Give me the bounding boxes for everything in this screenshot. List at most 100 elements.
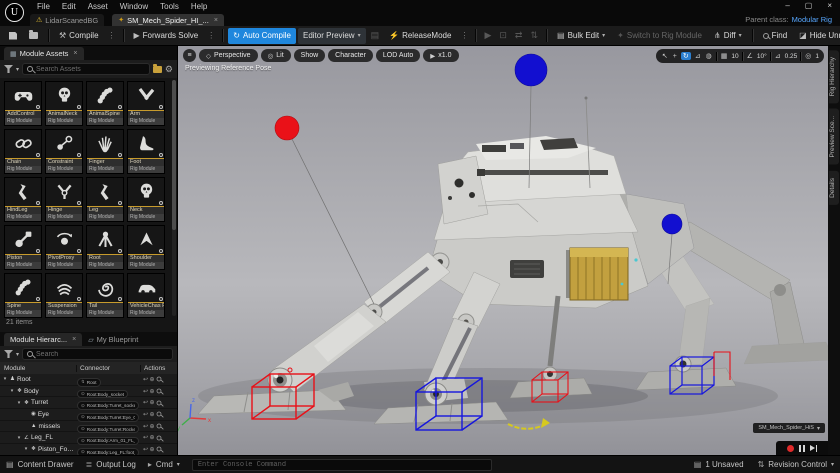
asset-tile-pivotproxy[interactable]: PivotProxy Rig Module bbox=[45, 225, 83, 270]
expander-icon[interactable]: ▾ bbox=[23, 446, 29, 452]
maximize-button[interactable]: ▢ bbox=[805, 1, 813, 10]
tab-my-blueprint[interactable]: ▱ My Blueprint bbox=[82, 333, 144, 346]
asset-search-box[interactable] bbox=[22, 63, 150, 75]
content-drawer-button[interactable]: ▤ Content Drawer bbox=[6, 460, 74, 469]
table-row-piston-footout[interactable]: ▾❖Piston_FootOut... ⊙Root:Body:Leg_FL:fo… bbox=[0, 444, 177, 455]
folder-icon[interactable] bbox=[152, 63, 162, 73]
asset-tile-addcontrol[interactable]: AddControl Rig Module bbox=[4, 81, 42, 126]
close-icon[interactable]: × bbox=[214, 17, 218, 24]
asset-tile-shoulder[interactable]: Shoulder Rig Module bbox=[127, 225, 165, 270]
add-icon[interactable]: ⊕ bbox=[150, 388, 155, 395]
lit-dropdown[interactable]: ◎ Lit bbox=[260, 49, 291, 62]
filter-icon[interactable] bbox=[4, 350, 13, 358]
column-connector[interactable]: Connector bbox=[77, 364, 141, 372]
asset-tile-animalneck[interactable]: AnimalNeck Rig Module bbox=[45, 81, 83, 126]
tab-rig-hierarchy[interactable]: Rig Hierarchy bbox=[829, 50, 839, 104]
asset-tile-animalspine[interactable]: AnimalSpine Rig Module bbox=[86, 81, 124, 126]
tab-details[interactable]: Details bbox=[829, 170, 839, 205]
parent-class-link[interactable]: Modular Rig bbox=[792, 15, 832, 24]
menu-tools[interactable]: Tools bbox=[155, 2, 184, 11]
find-icon[interactable] bbox=[156, 412, 162, 417]
menu-file[interactable]: File bbox=[32, 2, 55, 11]
move-tool-icon[interactable]: + bbox=[672, 53, 678, 60]
scale-snap-icon[interactable]: ⊿ bbox=[774, 52, 782, 60]
viewport-menu-button[interactable]: ≡ bbox=[183, 49, 196, 62]
chevron-down-icon[interactable]: ▾ bbox=[16, 351, 19, 358]
scrollbar[interactable] bbox=[172, 80, 176, 316]
asset-tile-hindleg[interactable]: HindLeg Rig Module bbox=[4, 177, 42, 222]
rotate-tool-icon[interactable]: ↻ bbox=[680, 52, 691, 60]
close-icon[interactable]: × bbox=[73, 50, 77, 57]
find-icon[interactable] bbox=[156, 400, 162, 406]
reset-icon[interactable]: ↩ bbox=[143, 434, 148, 441]
expander-icon[interactable]: ▾ bbox=[2, 376, 8, 382]
solve-options-kebab[interactable]: ⋮ bbox=[205, 31, 217, 40]
asset-tile-constraint[interactable]: Constraint Rig Module bbox=[45, 129, 83, 174]
unsaved-button[interactable]: ▤ 1 Unsaved bbox=[694, 460, 744, 469]
preview-mesh-badge[interactable]: SM_Mech_Spider_HiS ▾ bbox=[753, 423, 825, 433]
console-command-box[interactable] bbox=[191, 458, 492, 471]
diff-dropdown[interactable]: ⋔ Diff ▾ bbox=[709, 28, 747, 44]
compile-button[interactable]: ⚒ Compile bbox=[54, 28, 104, 44]
find-icon[interactable] bbox=[156, 388, 162, 394]
pause-button[interactable] bbox=[799, 444, 805, 452]
expander-icon[interactable]: ▾ bbox=[16, 435, 22, 441]
expander-icon[interactable]: ▾ bbox=[9, 388, 15, 394]
console-input[interactable] bbox=[197, 460, 486, 469]
asset-tile-arm[interactable]: Arm Rig Module bbox=[127, 81, 165, 126]
reset-icon[interactable]: ↩ bbox=[143, 423, 148, 430]
filter-icon[interactable] bbox=[4, 65, 13, 73]
asset-tile-spine[interactable]: Spine Rig Module bbox=[4, 273, 42, 318]
grid-snap-icon[interactable]: ▦ bbox=[720, 52, 729, 60]
reset-icon[interactable]: ↩ bbox=[143, 411, 148, 418]
save-button[interactable] bbox=[4, 28, 22, 44]
character-dropdown[interactable]: Character bbox=[328, 49, 373, 62]
release-options-kebab[interactable]: ⋮ bbox=[458, 31, 470, 40]
asset-tile-tail[interactable]: Tail Rig Module bbox=[86, 273, 124, 318]
debug-sort-icon[interactable]: ⇅ bbox=[527, 30, 541, 41]
show-dropdown[interactable]: Show bbox=[293, 49, 326, 62]
expander-icon[interactable]: ▾ bbox=[16, 400, 22, 406]
connector-pill[interactable]: ⊙Root:Body:Leg_FL:foot_L_so bbox=[77, 448, 139, 455]
scale-snap-value[interactable]: 0.25 bbox=[785, 53, 798, 60]
tab-sm-mech-spider[interactable]: ✦ SM_Mech_Spider_HI_... × bbox=[112, 14, 224, 26]
tab-module-hierarchy[interactable]: Module Hierarc... × bbox=[4, 333, 83, 346]
find-button[interactable]: Find bbox=[758, 28, 793, 44]
close-icon[interactable]: × bbox=[72, 336, 76, 343]
gear-icon[interactable]: ⚙ bbox=[165, 64, 173, 75]
perspective-dropdown[interactable]: ◇ Perspective bbox=[199, 49, 258, 62]
select-tool-icon[interactable]: ↖ bbox=[661, 52, 669, 60]
search-input[interactable] bbox=[36, 350, 168, 358]
camera-speed-icon[interactable]: ◎ bbox=[804, 52, 812, 60]
compile-options-kebab[interactable]: ⋮ bbox=[106, 31, 118, 40]
find-icon[interactable] bbox=[156, 435, 162, 441]
release-mode-button[interactable]: ⚡ ReleaseMode bbox=[384, 28, 456, 44]
reset-icon[interactable]: ↩ bbox=[143, 388, 148, 395]
asset-tile-root[interactable]: Root Rig Module bbox=[86, 225, 124, 270]
reset-icon[interactable]: ↩ bbox=[143, 376, 148, 383]
asset-tile-suspension[interactable]: Suspension Rig Module bbox=[45, 273, 83, 318]
grid-snap-value[interactable]: 10 bbox=[731, 53, 738, 60]
rotation-snap-icon[interactable]: ∠ bbox=[746, 52, 754, 60]
minimize-button[interactable]: – bbox=[785, 1, 789, 10]
browse-button[interactable] bbox=[24, 28, 43, 44]
asset-tile-hinge[interactable]: Hinge Rig Module bbox=[45, 177, 83, 222]
debug-play-icon[interactable]: ▶ bbox=[481, 30, 494, 41]
add-icon[interactable]: ⊕ bbox=[150, 411, 155, 418]
bulk-edit-dropdown[interactable]: ▤ Bulk Edit ▾ bbox=[552, 28, 610, 44]
debug-swap-icon[interactable]: ⇄ bbox=[512, 30, 526, 41]
find-icon[interactable] bbox=[156, 423, 162, 429]
add-icon[interactable]: ⊕ bbox=[150, 434, 155, 441]
menu-asset[interactable]: Asset bbox=[83, 2, 113, 11]
3d-viewport[interactable]: x z y ≡ ◇ Perspective ◎ Lit Show Character… bbox=[178, 46, 828, 455]
menu-edit[interactable]: Edit bbox=[57, 2, 81, 11]
close-button[interactable]: × bbox=[827, 1, 832, 10]
switch-to-rig-module-button[interactable]: ✦ Switch to Rig Module bbox=[612, 28, 707, 44]
auto-compile-button[interactable]: ↻ Auto Compile bbox=[228, 27, 296, 44]
preview-target-icon[interactable]: ▤ bbox=[368, 30, 383, 41]
camera-speed-value[interactable]: 1 bbox=[815, 53, 819, 60]
playback-speed-pill[interactable]: ▶ x1.0 bbox=[423, 49, 459, 62]
forwards-solve-button[interactable]: ▶ Forwards Solve bbox=[129, 28, 204, 44]
chevron-down-icon[interactable]: ▾ bbox=[16, 66, 19, 73]
find-icon[interactable] bbox=[156, 447, 162, 452]
